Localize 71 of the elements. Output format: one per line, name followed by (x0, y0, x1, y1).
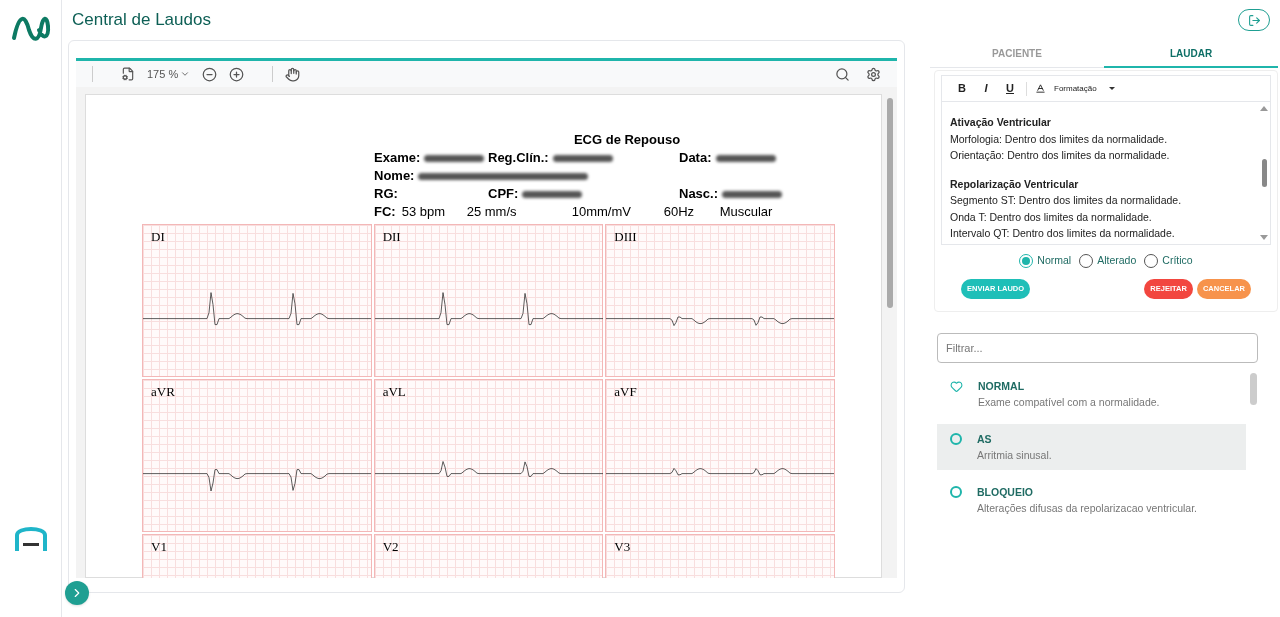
zoom-in-icon (229, 66, 245, 82)
lead-label: V3 (614, 538, 631, 556)
lead-label: aVR (151, 383, 175, 401)
text-color-icon (1035, 83, 1046, 94)
expand-button[interactable] (65, 581, 89, 605)
report-title: ECG de Repouso (572, 131, 681, 149)
recording-parameter: Muscular (719, 203, 773, 221)
report-line: Morfologia: Dentro dos limites da normalidade. (950, 131, 1169, 147)
field-label: FC: (374, 203, 396, 221)
format-dropdown[interactable]: Formatação (1054, 82, 1115, 95)
recording-parameter: 10mm/mV (571, 203, 632, 221)
radio-option[interactable]: Normal (1019, 253, 1072, 269)
circle-icon (950, 485, 962, 498)
template-description: Arritmia sinusal. (977, 447, 1052, 463)
lead-label: DIII (614, 228, 637, 246)
recording-parameter: 60Hz (663, 203, 696, 221)
field-label: Nasc.: (679, 185, 719, 203)
field-label: Nome: (374, 167, 415, 185)
field-label: CPF: (488, 185, 519, 203)
template-title: NORMAL (978, 378, 1026, 394)
search-icon (835, 66, 850, 82)
zoom-in-button[interactable] (229, 66, 245, 82)
logout-icon (1247, 13, 1261, 27)
radio-option[interactable]: Crítico (1144, 253, 1193, 269)
search-button[interactable] (835, 66, 850, 82)
lead-label: DII (382, 228, 401, 246)
hand-icon (285, 66, 301, 82)
report-line: Onda T: Dentro dos limites da normalidade. (950, 209, 1153, 225)
caret-icon (180, 69, 191, 79)
underline-button[interactable]: U (1002, 80, 1018, 97)
circle-icon (950, 432, 962, 445)
italic-button[interactable]: I (978, 80, 994, 97)
document-settings-button[interactable] (121, 67, 135, 81)
template-description: Exame compatível com a normalidade. (978, 394, 1160, 410)
scrollbar (1250, 372, 1257, 405)
template-item[interactable]: AS Arritmia sinusal. (937, 423, 1246, 470)
report-line: Orientação: Dentro dos limites da normalidade. (950, 148, 1171, 163)
zoom-out-button[interactable] (202, 66, 218, 82)
radio-option[interactable]: Alterado (1079, 253, 1137, 269)
recording-parameter: 53 bpm (401, 203, 447, 221)
lead-label: V2 (382, 538, 399, 556)
report-line: Segmento ST: Dentro dos limites da normalidade. (950, 193, 1183, 208)
lead-label: DI (151, 228, 165, 246)
heart-icon (950, 379, 963, 393)
template-item[interactable]: NORMAL Exame compatível com a normalidade. (937, 370, 1246, 417)
field-label: RG: (374, 185, 398, 203)
page-title: Central de Laudos (72, 9, 211, 32)
lead-label: aVL (382, 383, 406, 401)
document-icon (121, 67, 135, 81)
template-item[interactable]: BLOQUEIO Alterações difusas da repolarizacao ventricular. (937, 476, 1246, 523)
settings-button[interactable] (866, 66, 881, 82)
recording-parameter: 25 mm/s (466, 203, 518, 221)
caret-icon (1108, 87, 1115, 90)
lead-label: aVF (614, 383, 637, 401)
template-description: Alterações difusas da repolarizacao ventricular. (977, 500, 1198, 516)
lead-label: V1 (151, 538, 167, 556)
zoom-out-icon (202, 66, 218, 82)
pan-button[interactable] (285, 66, 301, 82)
field-label: Reg.Clín.: (488, 149, 549, 167)
section-heading: Repolarização Ventricular (950, 176, 1080, 192)
bold-button[interactable]: B (954, 80, 970, 97)
filter-field[interactable]: Filtrar... (937, 332, 1258, 363)
template-title: BLOQUEIO (977, 484, 1034, 500)
section-heading: Ativação Ventricular (950, 115, 1052, 130)
template-title: AS (977, 431, 993, 447)
settings-icon (866, 66, 881, 82)
field-label: Exame: (374, 149, 421, 167)
field-label: Data: (679, 149, 712, 167)
tab[interactable]: LAUDAR (1104, 40, 1278, 68)
zoom-dropdown[interactable]: 175 % (147, 65, 191, 83)
report-line: Intervalo QT: Dentro dos limites da normalidade. (950, 226, 1176, 241)
